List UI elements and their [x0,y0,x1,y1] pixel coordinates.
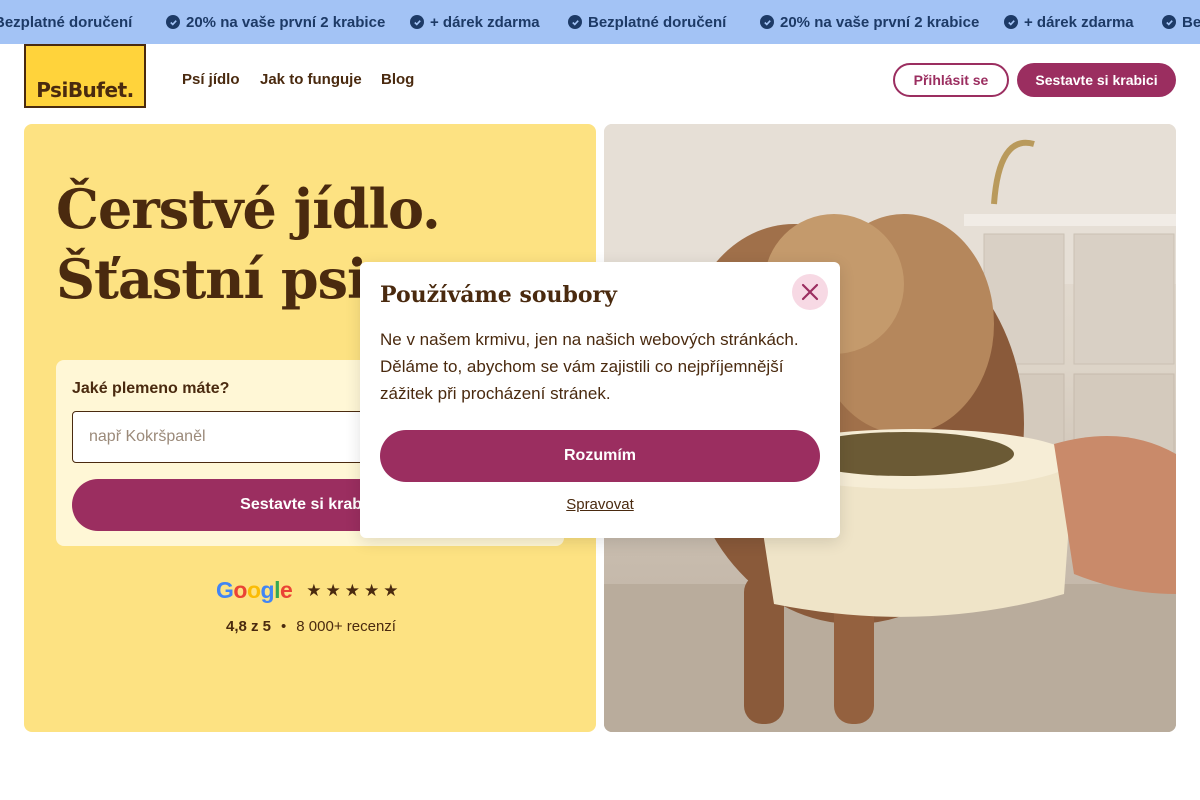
hero-title-line: Čerstvé jídlo. [56,177,441,241]
modal-text: Ne v našem krmivu, jen na našich webovýc… [380,330,799,403]
check-circle-icon [568,15,582,29]
promo-text: Bez [1182,13,1200,31]
login-button[interactable]: Přihlásit se [893,63,1009,97]
promo-text: Bezplatné doručení [0,13,133,31]
logo[interactable]: PsiBufet. [24,44,146,108]
promo-item: 20% na vaše první 2 krabice [760,0,979,44]
cookie-modal: Používáme soubory Ne v našem krmivu, jen… [360,262,840,538]
logo-text: PsiBufet. [36,78,134,102]
breed-label: Jaké plemeno máte? [72,380,230,397]
nav-link-how-it-works[interactable]: Jak to funguje [260,71,362,88]
promo-item: Bezplatné doručení [568,0,726,44]
check-circle-icon [760,15,774,29]
modal-title: Používáme soubory [380,282,617,308]
promo-item: 20% na vaše první 2 krabice [166,0,385,44]
promo-item: + dárek zdarma [1004,0,1134,44]
check-circle-icon [410,15,424,29]
rating-summary: 4,8 z 5 • 8 000+ recenzí [226,618,396,635]
promo-text: 20% na vaše první 2 krabice [780,13,980,31]
nav-link-blog[interactable]: Blog [381,71,414,88]
promo-text: + dárek zdarma [430,13,540,31]
rating-score: 4,8 z 5 [226,618,272,635]
promo-text: 20% na vaše první 2 krabice [186,13,386,31]
site-header: PsiBufet. Psí jídlo Jak to funguje Blog … [0,44,1200,116]
star-icon: ★ [306,580,322,601]
star-icon: ★ [344,580,361,601]
promo-text: + dárek zdarma [1024,13,1134,31]
close-button[interactable] [792,274,828,310]
check-circle-icon [1004,15,1018,29]
star-icon: ★ [364,580,380,601]
nav-link-dog-food[interactable]: Psí jídlo [182,71,240,88]
rating-reviews: 8 000+ recenzí [296,618,396,635]
promo-banner: Bezplatné doručení 20% na vaše první 2 k… [0,0,1200,44]
google-logo: Google [216,577,293,603]
star-icon: ★ [383,580,399,601]
check-circle-icon [1162,15,1176,29]
star-icon: ★ [325,580,341,601]
promo-item: Bezplatné doručení [0,0,132,44]
manage-cookies-link[interactable]: Spravovat [360,496,840,513]
promo-text: Bezplatné doručení [588,13,727,31]
rating-stars: ★ ★ ★ ★ ★ [306,581,398,601]
google-rating: Google ★ ★ ★ ★ ★ [216,577,399,604]
close-icon [801,283,819,301]
rating-separator: • [281,618,287,635]
check-circle-icon [166,15,180,29]
accept-cookies-button[interactable]: Rozumím [380,430,820,482]
build-box-button[interactable]: Sestavte si krabici [1017,63,1176,97]
promo-item: Bez [1162,0,1200,44]
promo-item: + dárek zdarma [410,0,540,44]
